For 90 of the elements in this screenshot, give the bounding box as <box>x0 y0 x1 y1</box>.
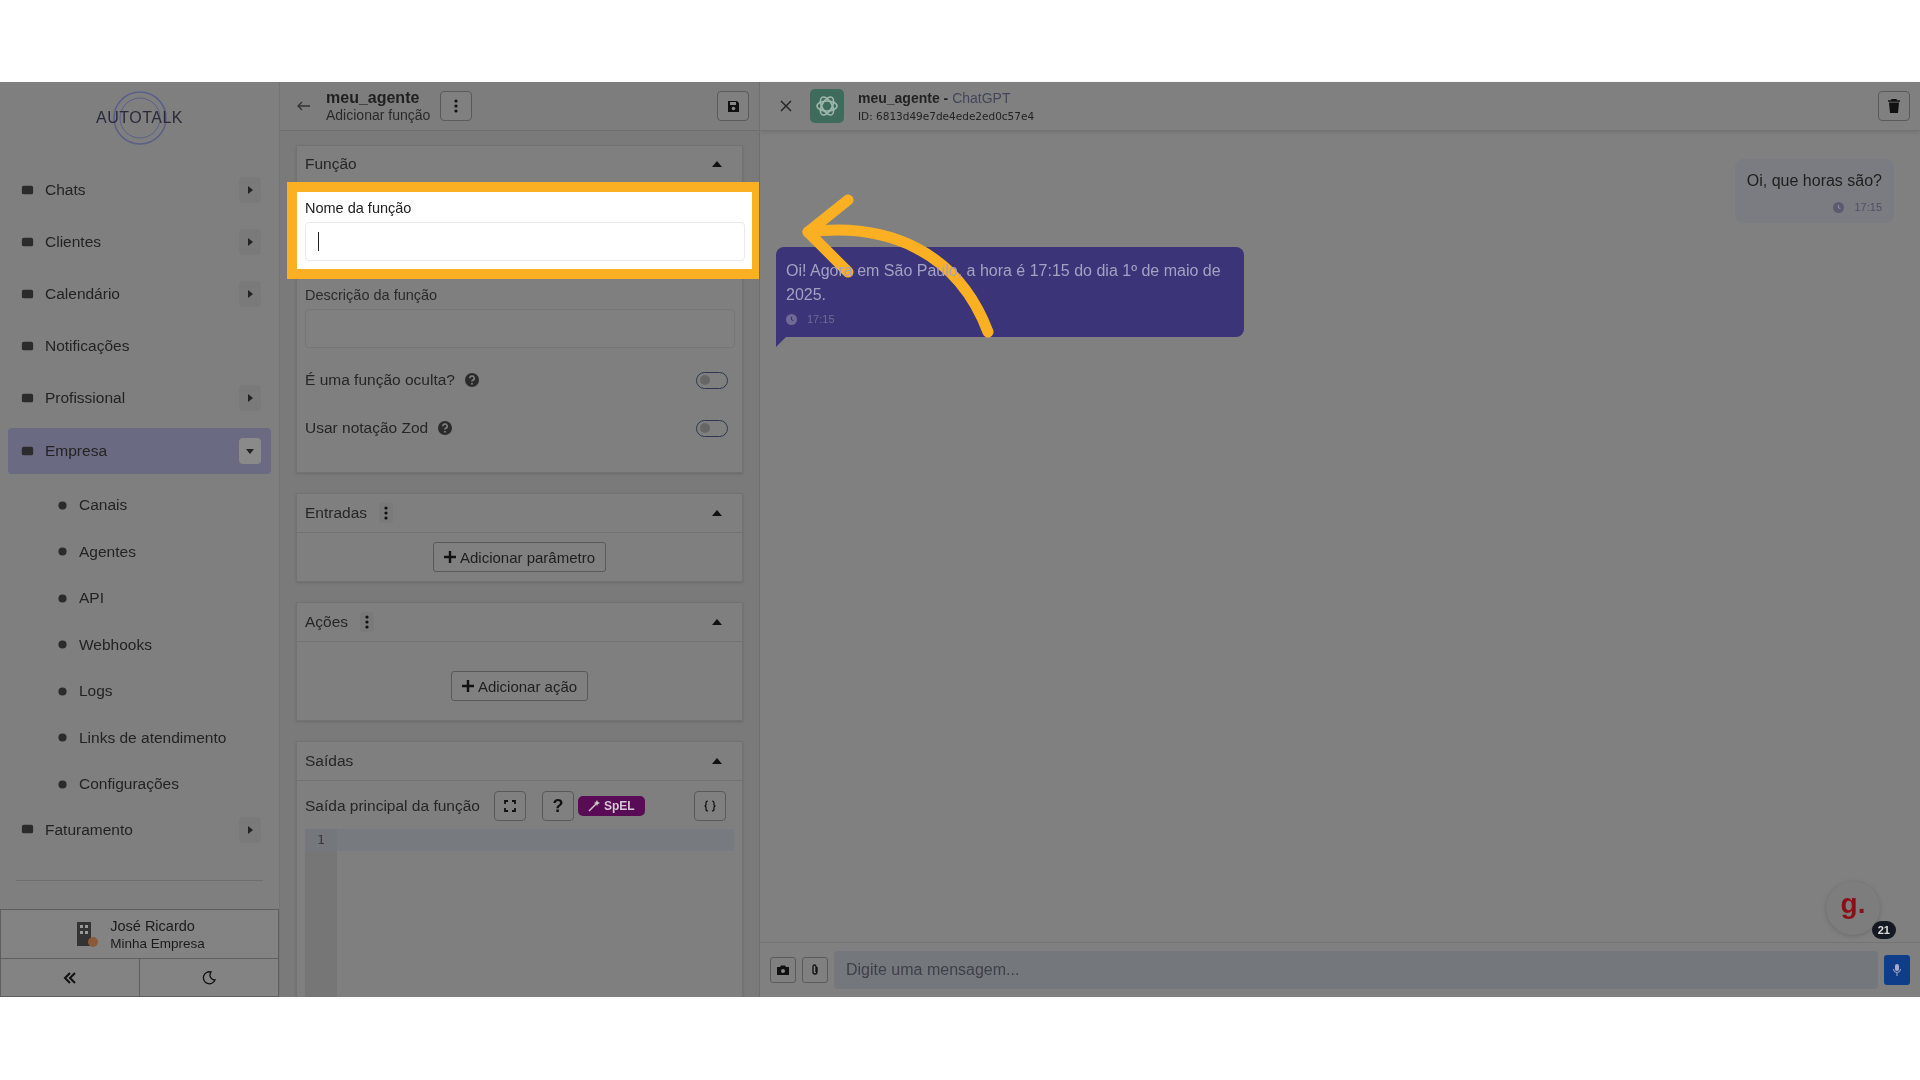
spel-tag[interactable]: SpEL <box>577 796 645 816</box>
output-label: Saída principal da função <box>305 797 480 815</box>
caret-icon[interactable] <box>239 177 261 203</box>
attach-button[interactable] <box>802 957 828 983</box>
help-icon[interactable] <box>438 421 453 435</box>
menu-item-icon <box>56 777 69 791</box>
section-title: Entradas <box>305 504 368 522</box>
menu-item-icon <box>56 591 69 605</box>
help-icon[interactable] <box>464 373 479 387</box>
magic-wand-icon <box>587 800 600 812</box>
more-options-button[interactable] <box>360 612 375 632</box>
widget-logo: g. <box>1840 888 1866 920</box>
section-title: Função <box>305 155 357 173</box>
paperclip-icon <box>810 964 820 976</box>
help-button[interactable]: ? <box>541 791 574 821</box>
sidebar-item[interactable]: Faturamento <box>8 807 271 852</box>
camera-button[interactable] <box>770 957 796 983</box>
menu-item-icon <box>56 498 69 512</box>
line-number: 1 <box>305 829 337 851</box>
fullscreen-button[interactable] <box>493 791 526 821</box>
menu-item-icon <box>56 638 69 652</box>
section-title: Saídas <box>305 752 354 770</box>
more-options-button[interactable] <box>379 503 394 523</box>
microphone-icon <box>1893 964 1901 976</box>
moon-icon <box>202 970 216 985</box>
double-chevron-icon <box>63 971 77 984</box>
company-name: Minha Empresa <box>110 935 205 951</box>
fullscreen-icon <box>503 800 516 812</box>
submenu-item[interactable]: Canais <box>8 482 271 529</box>
sidebar-item[interactable]: Chats <box>8 168 271 212</box>
agent-name: meu_agente - ChatGPT <box>858 90 1012 106</box>
submenu-item[interactable]: Links de atendimento <box>8 714 271 761</box>
section-title: Ações <box>305 613 349 631</box>
submenu-item[interactable]: Webhooks <box>8 621 271 668</box>
sidebar-item[interactable]: Empresa <box>8 428 271 474</box>
submenu-item[interactable]: Logs <box>8 668 271 715</box>
knot-logo-icon <box>810 89 844 123</box>
caret-icon <box>712 510 722 516</box>
submenu-item[interactable]: Agentes <box>8 528 271 575</box>
delete-button[interactable] <box>1878 91 1910 121</box>
caret-icon <box>712 619 722 625</box>
building-icon <box>74 920 99 948</box>
trash-icon <box>1888 99 1900 113</box>
caret-icon[interactable] <box>239 816 261 843</box>
sidebar-item[interactable]: Notificações <box>8 324 271 368</box>
submenu-item[interactable]: API <box>8 575 271 622</box>
kebab-icon <box>454 99 459 113</box>
caret-icon[interactable] <box>239 229 261 255</box>
agent-title: meu_agente <box>326 89 421 107</box>
menu-item-icon <box>56 545 69 559</box>
kebab-icon <box>365 615 370 629</box>
submenu-item[interactable]: Configurações <box>8 761 271 808</box>
menu-item-icon <box>56 731 69 745</box>
field-label: Nome da função <box>305 200 413 216</box>
code-editor[interactable]: 1 <box>305 829 734 997</box>
plus-icon <box>443 551 456 563</box>
save-button[interactable] <box>717 91 749 121</box>
toggle-switch[interactable] <box>696 419 728 437</box>
braces-icon <box>704 800 716 812</box>
autotalk-logo: AUTOTALK <box>94 88 185 148</box>
close-icon <box>780 100 792 112</box>
microphone-button[interactable] <box>1884 955 1910 985</box>
toggle-switch[interactable] <box>696 371 728 389</box>
clock-icon <box>786 313 797 325</box>
caret-icon[interactable] <box>239 281 261 307</box>
caret-icon <box>712 161 722 167</box>
caret-icon[interactable] <box>239 385 261 411</box>
agent-id: ID: 6813d49e7de4ede2ed0c57e4 <box>858 110 1035 122</box>
format-code-button[interactable] <box>694 791 726 821</box>
caret-icon <box>712 758 722 764</box>
sidebar-item[interactable]: Clientes <box>8 220 271 264</box>
clock-icon <box>1833 201 1845 213</box>
menu-item-icon <box>56 684 69 698</box>
add-button[interactable]: Adicionar ação <box>450 671 589 701</box>
page-subtitle: Adicionar função <box>326 107 431 123</box>
kebab-icon <box>384 506 389 520</box>
user-card[interactable]: José Ricardo Minha Empresa <box>0 909 279 958</box>
back-arrow-icon <box>297 101 311 111</box>
user-name: José Ricardo <box>110 917 196 934</box>
sidebar-item[interactable]: Calendário <box>8 272 271 316</box>
toggle-label: Usar notação Zod <box>305 419 429 437</box>
message-text: Oi, que horas são? <box>1746 171 1882 191</box>
caret-icon[interactable] <box>239 438 261 464</box>
plus-icon <box>461 680 474 692</box>
add-button[interactable]: Adicionar parâmetro <box>432 542 607 572</box>
camera-icon <box>777 965 789 975</box>
field-label: Descrição da função <box>305 287 439 303</box>
toggle-label: É uma função oculta? <box>305 371 455 389</box>
sidebar-item[interactable]: Profissional <box>8 376 271 420</box>
notification-count-badge: 21 <box>1871 921 1896 939</box>
